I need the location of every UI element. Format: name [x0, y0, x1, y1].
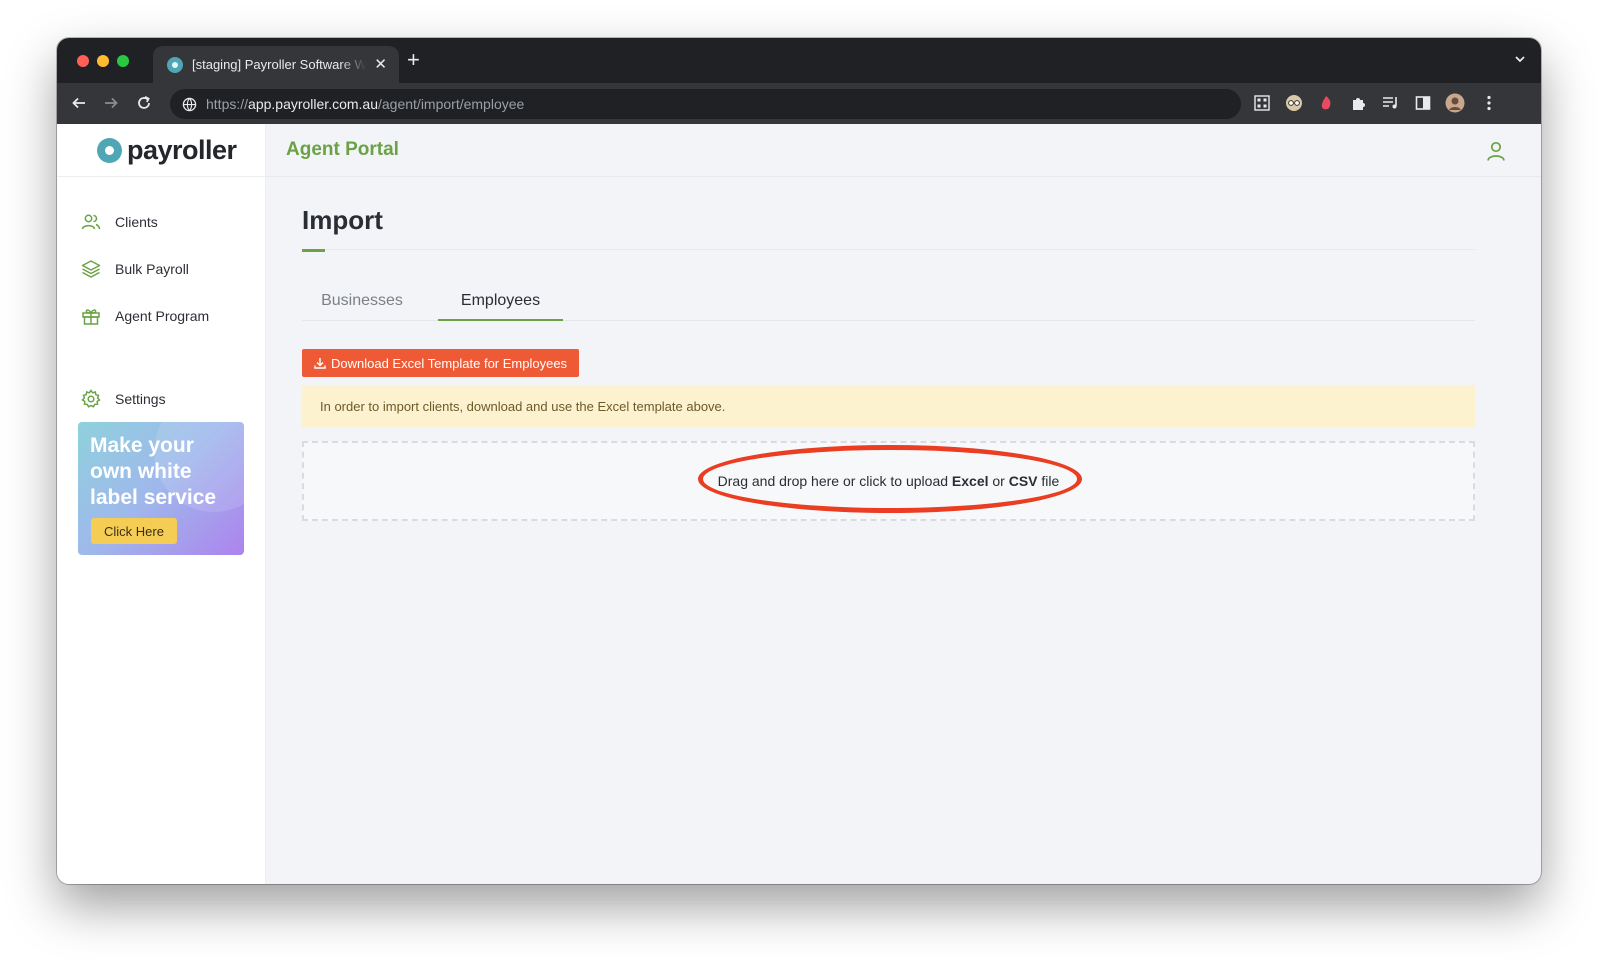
minimize-window-button[interactable]	[97, 55, 109, 67]
import-tabs: Businesses Employees	[302, 283, 1475, 321]
dropzone-suffix: file	[1037, 473, 1060, 489]
browser-tab-title: [staging] Payroller Software Website	[192, 57, 367, 72]
download-button-label: Download Excel Template for Employees	[331, 355, 568, 371]
users-icon	[81, 212, 101, 232]
sidebar-item-label: Settings	[115, 391, 166, 407]
sidebar-item-label: Clients	[115, 214, 158, 230]
url-host: app.payroller.com.au	[248, 96, 378, 112]
dropzone-or: or	[988, 473, 1009, 489]
title-divider	[302, 249, 1475, 250]
page-title: Import	[302, 205, 383, 235]
forward-arrow-icon[interactable]	[102, 94, 120, 112]
extensions-puzzle-icon[interactable]	[1349, 93, 1369, 113]
import-notice: In order to import clients, download and…	[302, 385, 1475, 427]
side-panel-icon[interactable]	[1413, 93, 1433, 113]
gear-icon	[81, 389, 101, 409]
download-icon	[314, 357, 326, 369]
sidebar: payroller Clients Bulk Payroll Agent Pro…	[57, 124, 266, 884]
tab-employees[interactable]: Employees	[438, 283, 563, 321]
qr-code-icon[interactable]	[1252, 93, 1272, 113]
payroller-logo-icon	[97, 137, 122, 163]
extension-glasses-icon[interactable]	[1284, 93, 1304, 113]
address-bar[interactable]: https://app.payroller.com.au/agent/impor…	[170, 89, 1241, 119]
sidebar-item-label: Bulk Payroll	[115, 261, 189, 277]
tab-close-icon[interactable]: ✕	[374, 57, 387, 72]
sidebar-item-agent-program[interactable]: Agent Program	[81, 306, 209, 326]
reload-icon[interactable]	[135, 94, 153, 112]
dropzone-prefix: Drag and drop here or click to upload	[717, 473, 952, 489]
url-path: /agent/import/employee	[378, 96, 525, 112]
browser-toolbar: https://app.payroller.com.au/agent/impor…	[57, 83, 1541, 124]
media-queue-icon[interactable]	[1381, 93, 1401, 113]
user-profile-icon[interactable]	[1485, 140, 1507, 162]
sidebar-item-bulk-payroll[interactable]: Bulk Payroll	[81, 259, 189, 279]
tab-search-chevron-down-icon[interactable]	[1513, 52, 1527, 71]
logo[interactable]: payroller	[57, 124, 265, 177]
url-scheme: https://	[206, 96, 249, 112]
browser-menu-icon[interactable]	[1479, 93, 1499, 113]
site-info-icon[interactable]	[182, 97, 197, 112]
profile-avatar[interactable]	[1445, 93, 1465, 113]
logo-text: payroller	[127, 134, 237, 165]
app-page: payroller Clients Bulk Payroll Agent Pro…	[57, 124, 1541, 884]
dropzone-excel: Excel	[951, 473, 989, 489]
file-dropzone[interactable]: Drag and drop here or click to upload Ex…	[302, 441, 1475, 521]
gift-icon	[81, 306, 101, 326]
top-header: Agent Portal	[266, 124, 1541, 177]
maximize-window-button[interactable]	[117, 55, 129, 67]
browser-window: [staging] Payroller Software Website ✕ +…	[57, 38, 1541, 884]
extension-red-icon[interactable]	[1316, 93, 1336, 113]
browser-tab[interactable]: [staging] Payroller Software Website ✕	[153, 46, 399, 83]
sidebar-item-clients[interactable]: Clients	[81, 212, 158, 232]
portal-title: Agent Portal	[286, 139, 399, 160]
payroller-favicon-icon	[167, 56, 183, 73]
back-arrow-icon[interactable]	[70, 94, 88, 112]
white-label-promo-banner: Make your own white label service Click …	[78, 422, 244, 555]
dropzone-csv: CSV	[1008, 473, 1038, 489]
close-window-button[interactable]	[77, 55, 89, 67]
sidebar-item-label: Agent Program	[115, 308, 210, 324]
title-accent-underline	[302, 249, 325, 252]
browser-tab-bar: [staging] Payroller Software Website ✕ +	[57, 38, 1541, 83]
tab-businesses[interactable]: Businesses	[302, 283, 422, 321]
sidebar-item-settings[interactable]: Settings	[81, 389, 166, 409]
new-tab-plus-icon[interactable]: +	[407, 49, 420, 71]
layers-icon	[81, 259, 101, 279]
promo-click-here-button[interactable]: Click Here	[91, 518, 177, 544]
download-excel-template-button[interactable]: Download Excel Template for Employees	[302, 349, 580, 377]
promo-title: Make your own white label service	[90, 434, 217, 509]
